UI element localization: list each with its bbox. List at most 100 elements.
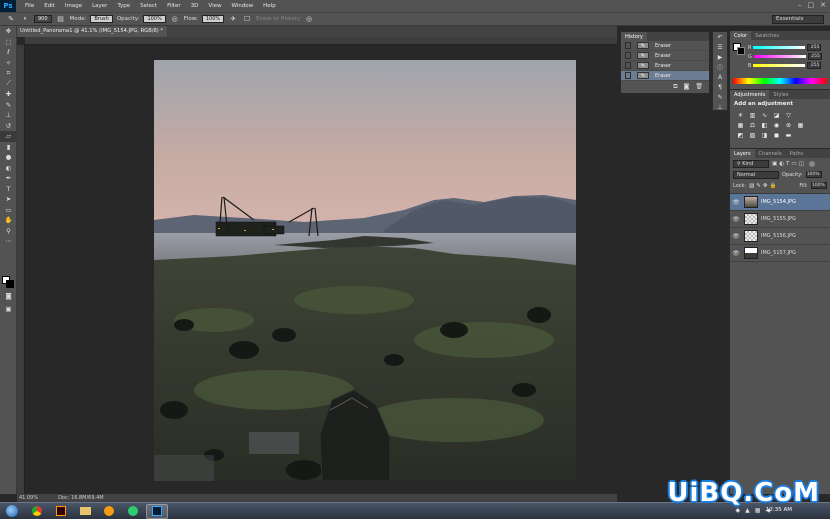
brightness-contrast-icon[interactable]: ☀ [736, 111, 745, 119]
vertical-ruler[interactable] [17, 45, 25, 494]
green-slider[interactable] [753, 55, 806, 58]
start-button[interactable] [0, 504, 24, 519]
flow-field[interactable]: 100% [201, 15, 225, 23]
camera-snapshot-icon[interactable]: ◙ [684, 83, 690, 91]
tab-styles[interactable]: Styles [769, 90, 792, 99]
channel-mixer-icon[interactable]: ⊛ [784, 121, 793, 129]
folder-taskbar-icon[interactable] [74, 504, 96, 519]
crop-tool-icon[interactable]: ⌗ [0, 68, 17, 79]
hand-tool-icon[interactable]: ✋ [0, 215, 17, 226]
menu-help[interactable]: Help [258, 3, 281, 9]
menu-filter[interactable]: Filter [162, 3, 186, 9]
zoom-tool-icon[interactable]: ⚲ [0, 226, 17, 237]
brush-size-preset[interactable]: 900 [34, 15, 52, 23]
tab-swatches[interactable]: Swatches [751, 31, 783, 40]
menu-image[interactable]: Image [60, 3, 87, 9]
chevron-down-icon[interactable]: ▾ [20, 15, 30, 24]
layer-filter-icons[interactable]: ▣◐T▭◫ [772, 161, 806, 167]
brush-tool-icon[interactable]: ✎ [0, 100, 17, 111]
tab-history[interactable]: History [621, 32, 647, 41]
healing-brush-tool-icon[interactable]: ✚ [0, 89, 17, 100]
blue-value-field[interactable]: 255 [807, 62, 822, 69]
chrome-taskbar-icon[interactable] [26, 504, 48, 519]
clone-stamp-tool-icon[interactable]: ⊥ [0, 110, 17, 121]
document-size-info[interactable]: Doc: 16.8M/69.4M [58, 495, 104, 501]
new-document-from-state-icon[interactable]: ⧉ [673, 83, 677, 91]
gradient-tool-icon[interactable]: ▮ [0, 142, 17, 153]
network-icon[interactable]: ▦ [755, 507, 761, 514]
history-item[interactable]: ✎ Eraser [621, 61, 709, 71]
background-color-swatch[interactable] [737, 47, 745, 55]
color-lookup-icon[interactable]: ▦ [796, 121, 805, 129]
illustrator-taskbar-icon[interactable] [50, 504, 72, 519]
horizontal-ruler[interactable] [25, 37, 617, 45]
info-panel-icon[interactable]: ⓘ [713, 62, 727, 72]
character-panel-icon[interactable]: A [713, 72, 727, 82]
invert-icon[interactable]: ◩ [736, 131, 745, 139]
paragraph-panel-icon[interactable]: ¶ [713, 82, 727, 92]
exposure-icon[interactable]: ◪ [772, 111, 781, 119]
pressure-opacity-icon[interactable]: ◎ [170, 15, 180, 24]
history-item[interactable]: ✎ Eraser [621, 41, 709, 51]
threshold-icon[interactable]: ◨ [760, 131, 769, 139]
eye-icon[interactable]: 👁 [730, 250, 742, 257]
layer-filter-kind-select[interactable]: ⚲ Kind [733, 159, 769, 168]
close-button[interactable]: ✕ [820, 1, 826, 9]
menu-select[interactable]: Select [135, 3, 162, 9]
eye-icon[interactable]: 👁 [730, 199, 742, 206]
menu-edit[interactable]: Edit [39, 3, 60, 9]
menu-view[interactable]: View [203, 3, 226, 9]
background-color-swatch[interactable] [6, 280, 14, 288]
screen-mode-icon[interactable]: ▣ [0, 304, 17, 315]
eraser-tool-icon[interactable]: ▱ [0, 131, 17, 142]
line-taskbar-icon[interactable] [122, 504, 144, 519]
tab-color[interactable]: Color [730, 31, 752, 40]
fill-field[interactable]: 100% [810, 182, 827, 189]
brush-panel-icon[interactable]: ✎ [713, 92, 727, 102]
blue-slider[interactable] [753, 64, 806, 67]
tab-layers[interactable]: Layers [730, 149, 755, 158]
mode-select[interactable]: Brush [90, 15, 113, 23]
history-item[interactable]: ✎ Eraser [621, 51, 709, 61]
tray-app-icon[interactable]: ◆ [735, 507, 740, 514]
pen-tool-icon[interactable]: ✒ [0, 173, 17, 184]
eyedropper-tool-icon[interactable]: ⟋ [0, 79, 17, 90]
tray-show-hidden-icon[interactable]: ▲ [745, 507, 750, 514]
properties-panel-icon[interactable]: ☰ [713, 42, 727, 52]
filter-toggle[interactable] [808, 160, 815, 167]
red-slider[interactable] [753, 46, 806, 49]
levels-icon[interactable]: ▥ [748, 111, 757, 119]
type-tool-icon[interactable]: T [0, 184, 17, 195]
eye-icon[interactable]: 👁 [730, 216, 742, 223]
history-panel-icon[interactable]: ↶ [713, 32, 727, 42]
erase-history-checkbox[interactable]: ☐ [242, 15, 252, 24]
selective-color-icon[interactable]: ◼ [772, 131, 781, 139]
clone-source-icon[interactable]: ⊥ [713, 102, 727, 112]
layer-row[interactable]: 👁 IMG_5157.JPG [730, 245, 830, 262]
document-tab[interactable]: Untitled_Panorama1 @ 41.1% (IMG_5154.JPG… [17, 26, 167, 37]
pressure-size-icon[interactable]: ◎ [304, 15, 314, 24]
eye-icon[interactable]: 👁 [730, 233, 742, 240]
maximize-button[interactable]: □ [808, 1, 815, 9]
color-balance-icon[interactable]: ⚖ [748, 121, 757, 129]
tab-channels[interactable]: Channels [755, 149, 786, 158]
lasso-tool-icon[interactable]: ℓ [0, 47, 17, 58]
history-brush-tool-icon[interactable]: ↺ [0, 121, 17, 132]
tab-adjustments[interactable]: Adjustments [730, 90, 770, 99]
black-white-icon[interactable]: ◧ [760, 121, 769, 129]
layer-row[interactable]: 👁 IMG_5156.JPG [730, 228, 830, 245]
more-tools-icon[interactable]: ⋯ [0, 236, 17, 247]
lock-icons[interactable]: ▧✎✥🔒 [749, 183, 778, 189]
color-spectrum-ramp[interactable] [733, 78, 827, 84]
vibrance-icon[interactable]: ▽ [784, 111, 793, 119]
menu-3d[interactable]: 3D [186, 3, 204, 9]
photo-filter-icon[interactable]: ◉ [772, 121, 781, 129]
quick-select-tool-icon[interactable]: ✧ [0, 58, 17, 69]
posterize-icon[interactable]: ▨ [748, 131, 757, 139]
menu-window[interactable]: Window [226, 3, 258, 9]
photoshop-taskbar-icon[interactable] [146, 503, 168, 519]
green-value-field[interactable]: 255 [807, 53, 822, 60]
quick-mask-icon[interactable]: ◙ [0, 291, 17, 302]
red-value-field[interactable]: 255 [807, 44, 822, 51]
path-select-tool-icon[interactable]: ➤ [0, 194, 17, 205]
